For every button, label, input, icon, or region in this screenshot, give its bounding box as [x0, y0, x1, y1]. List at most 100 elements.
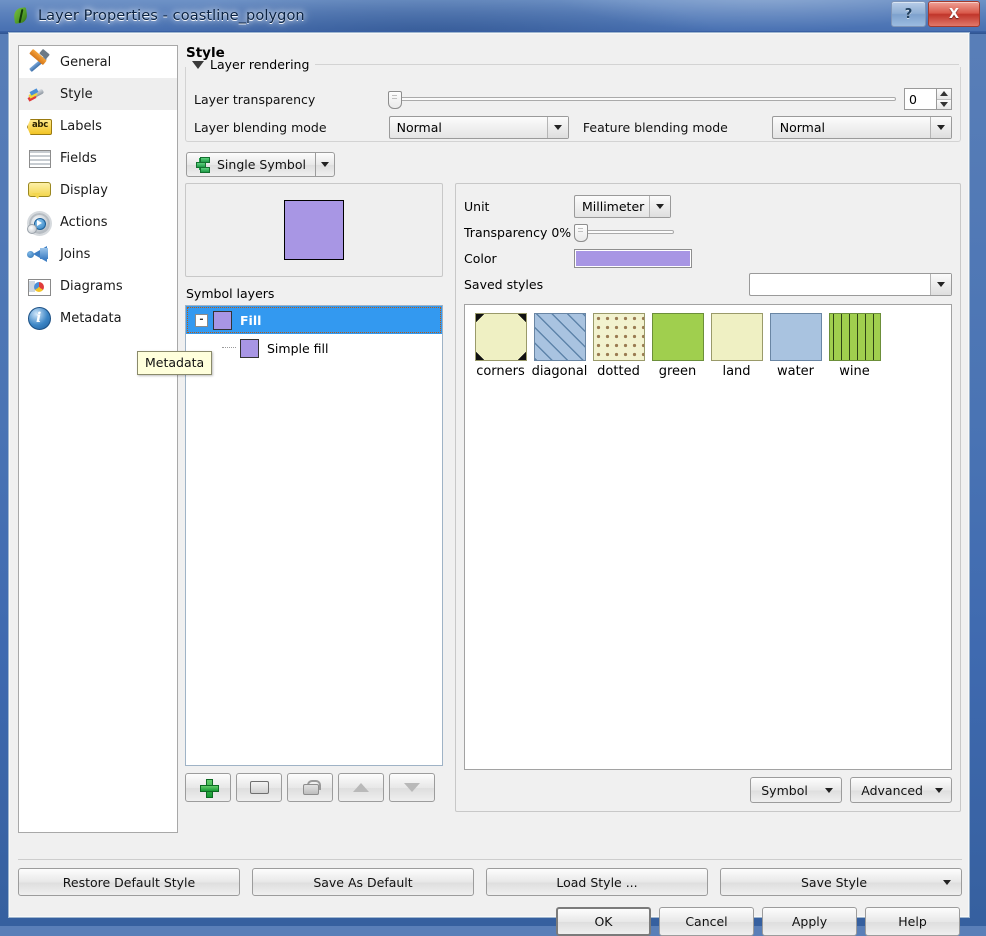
symbol-layer-toolbar	[185, 773, 443, 802]
chevron-down-icon[interactable]	[930, 274, 951, 295]
sidebar-item-label: Labels	[60, 119, 102, 134]
sidebar-item-style[interactable]: Style	[19, 78, 177, 110]
remove-symbol-layer-button[interactable]	[236, 773, 282, 802]
speech-bubble-icon	[27, 178, 51, 202]
chevron-down-icon	[943, 880, 951, 885]
gallery-item[interactable]: diagonal	[530, 313, 589, 379]
collapse-triangle-icon[interactable]	[192, 61, 204, 69]
ok-button[interactable]: OK	[556, 907, 651, 936]
lock-layer-colors-button[interactable]	[287, 773, 333, 802]
layer-transparency-value[interactable]	[904, 88, 936, 110]
gallery-item[interactable]: dotted	[589, 313, 648, 379]
sidebar-item-label: Metadata	[60, 311, 122, 326]
water-swatch[interactable]	[770, 313, 822, 361]
symbol-layer-chip	[240, 339, 259, 358]
symbol-layers-label: Symbol layers	[186, 286, 443, 301]
sidebar-item-fields[interactable]: Fields	[19, 142, 177, 174]
diagonal-swatch[interactable]	[534, 313, 586, 361]
chevron-down-icon	[935, 788, 943, 793]
layer-rendering-group: Layer rendering Layer transparency	[185, 67, 961, 142]
layer-properties-dialog: General Style abc Labels Fields Display …	[8, 32, 970, 918]
layer-blending-mode-combo[interactable]: Normal	[389, 116, 569, 139]
symbol-layer-label: Fill	[240, 313, 261, 328]
add-symbol-layer-button[interactable]	[185, 773, 231, 802]
land-swatch[interactable]	[711, 313, 763, 361]
sidebar-item-general[interactable]: General	[19, 46, 177, 78]
sidebar-item-joins[interactable]: Joins	[19, 238, 177, 270]
renderer-dropdown-button[interactable]	[315, 152, 335, 177]
cancel-button[interactable]: Cancel	[659, 907, 754, 936]
chevron-down-icon[interactable]	[930, 117, 951, 138]
metadata-tooltip: Metadata	[137, 351, 212, 375]
unit-combo[interactable]: Millimeter	[574, 195, 671, 218]
expander-icon[interactable]: -	[195, 314, 208, 327]
sidebar-item-metadata[interactable]: i Metadata	[19, 302, 177, 334]
sidebar-item-labels[interactable]: abc Labels	[19, 110, 177, 142]
slider-handle[interactable]	[388, 91, 402, 109]
chevron-down-icon[interactable]	[547, 117, 568, 138]
group-divider	[315, 64, 959, 65]
spin-up-button[interactable]	[937, 89, 951, 100]
layer-rendering-header[interactable]: Layer rendering	[186, 57, 960, 72]
sidebar-item-display[interactable]: Display	[19, 174, 177, 206]
layer-transparency-slider[interactable]	[388, 91, 896, 107]
feature-blending-mode-label: Feature blending mode	[583, 120, 772, 135]
layer-blending-mode-value: Normal	[397, 120, 547, 135]
gallery-item-label: diagonal	[532, 364, 588, 379]
symbol-layer-row-fill[interactable]: - Fill	[186, 306, 442, 334]
green-swatch[interactable]	[652, 313, 704, 361]
saved-styles-combo[interactable]	[749, 273, 952, 296]
gallery-item[interactable]: wine	[825, 313, 884, 379]
button-label: Cancel	[685, 914, 727, 929]
feature-blending-mode-value: Normal	[780, 120, 930, 135]
move-layer-up-button[interactable]	[338, 773, 384, 802]
gallery-item[interactable]: water	[766, 313, 825, 379]
corners-swatch[interactable]	[475, 313, 527, 361]
gallery-item[interactable]: corners	[471, 313, 530, 379]
symbol-preview-swatch	[284, 200, 344, 260]
save-as-default-button[interactable]: Save As Default	[252, 868, 474, 896]
gallery-item[interactable]: land	[707, 313, 766, 379]
dotted-swatch[interactable]	[593, 313, 645, 361]
layer-transparency-spinbox[interactable]	[904, 88, 952, 110]
symbol-layers-tree[interactable]: - Fill Simple fill	[185, 305, 443, 766]
sidebar-item-label: Display	[60, 183, 108, 198]
saved-styles-gallery[interactable]: corners diagonaldottedgreenlandwaterwine	[464, 304, 952, 770]
symbol-layer-label: Simple fill	[267, 341, 328, 356]
style-page: Style Layer rendering Layer transparency	[185, 45, 961, 833]
advanced-menu-button[interactable]: Advanced	[850, 777, 952, 803]
plus-icon	[200, 779, 217, 796]
advanced-menu-label: Advanced	[861, 783, 923, 798]
restore-default-style-button[interactable]: Restore Default Style	[18, 868, 240, 896]
apply-button[interactable]: Apply	[762, 907, 857, 936]
renderer-type-button[interactable]: Single Symbol	[186, 152, 315, 177]
symbol-menu-button[interactable]: Symbol	[750, 777, 842, 803]
load-style-button[interactable]: Load Style ...	[486, 868, 708, 896]
tree-connector	[222, 347, 236, 349]
renderer-type-label: Single Symbol	[217, 157, 306, 172]
symbol-layer-row-simple-fill[interactable]: Simple fill	[186, 334, 442, 362]
gallery-toolbar: Symbol Advanced	[464, 777, 952, 803]
color-swatch-button[interactable]	[574, 249, 692, 268]
triangle-down-icon	[404, 783, 420, 792]
symbol-pane: Symbol layers - Fill Simple fill	[185, 183, 443, 812]
gallery-item-label: corners	[476, 364, 525, 379]
feature-blending-mode-combo[interactable]: Normal	[772, 116, 952, 139]
sidebar-item-actions[interactable]: Actions	[19, 206, 177, 238]
sidebar-item-diagrams[interactable]: Diagrams	[19, 270, 177, 302]
help-button[interactable]: ?	[891, 1, 926, 27]
symbol-transparency-slider[interactable]	[574, 224, 674, 240]
minus-icon	[250, 781, 269, 794]
save-style-button[interactable]: Save Style	[720, 868, 962, 896]
spin-down-button[interactable]	[937, 100, 951, 110]
gallery-item[interactable]: green	[648, 313, 707, 379]
single-symbol-icon	[196, 157, 211, 172]
slider-handle[interactable]	[574, 224, 588, 242]
wine-swatch[interactable]	[829, 313, 881, 361]
chevron-down-icon[interactable]	[649, 196, 670, 217]
move-layer-down-button[interactable]	[389, 773, 435, 802]
sidebar-item-label: General	[60, 55, 111, 70]
close-button[interactable]: X	[928, 1, 980, 27]
help-button-footer[interactable]: Help	[865, 907, 960, 936]
sidebar-item-label: Diagrams	[60, 279, 123, 294]
